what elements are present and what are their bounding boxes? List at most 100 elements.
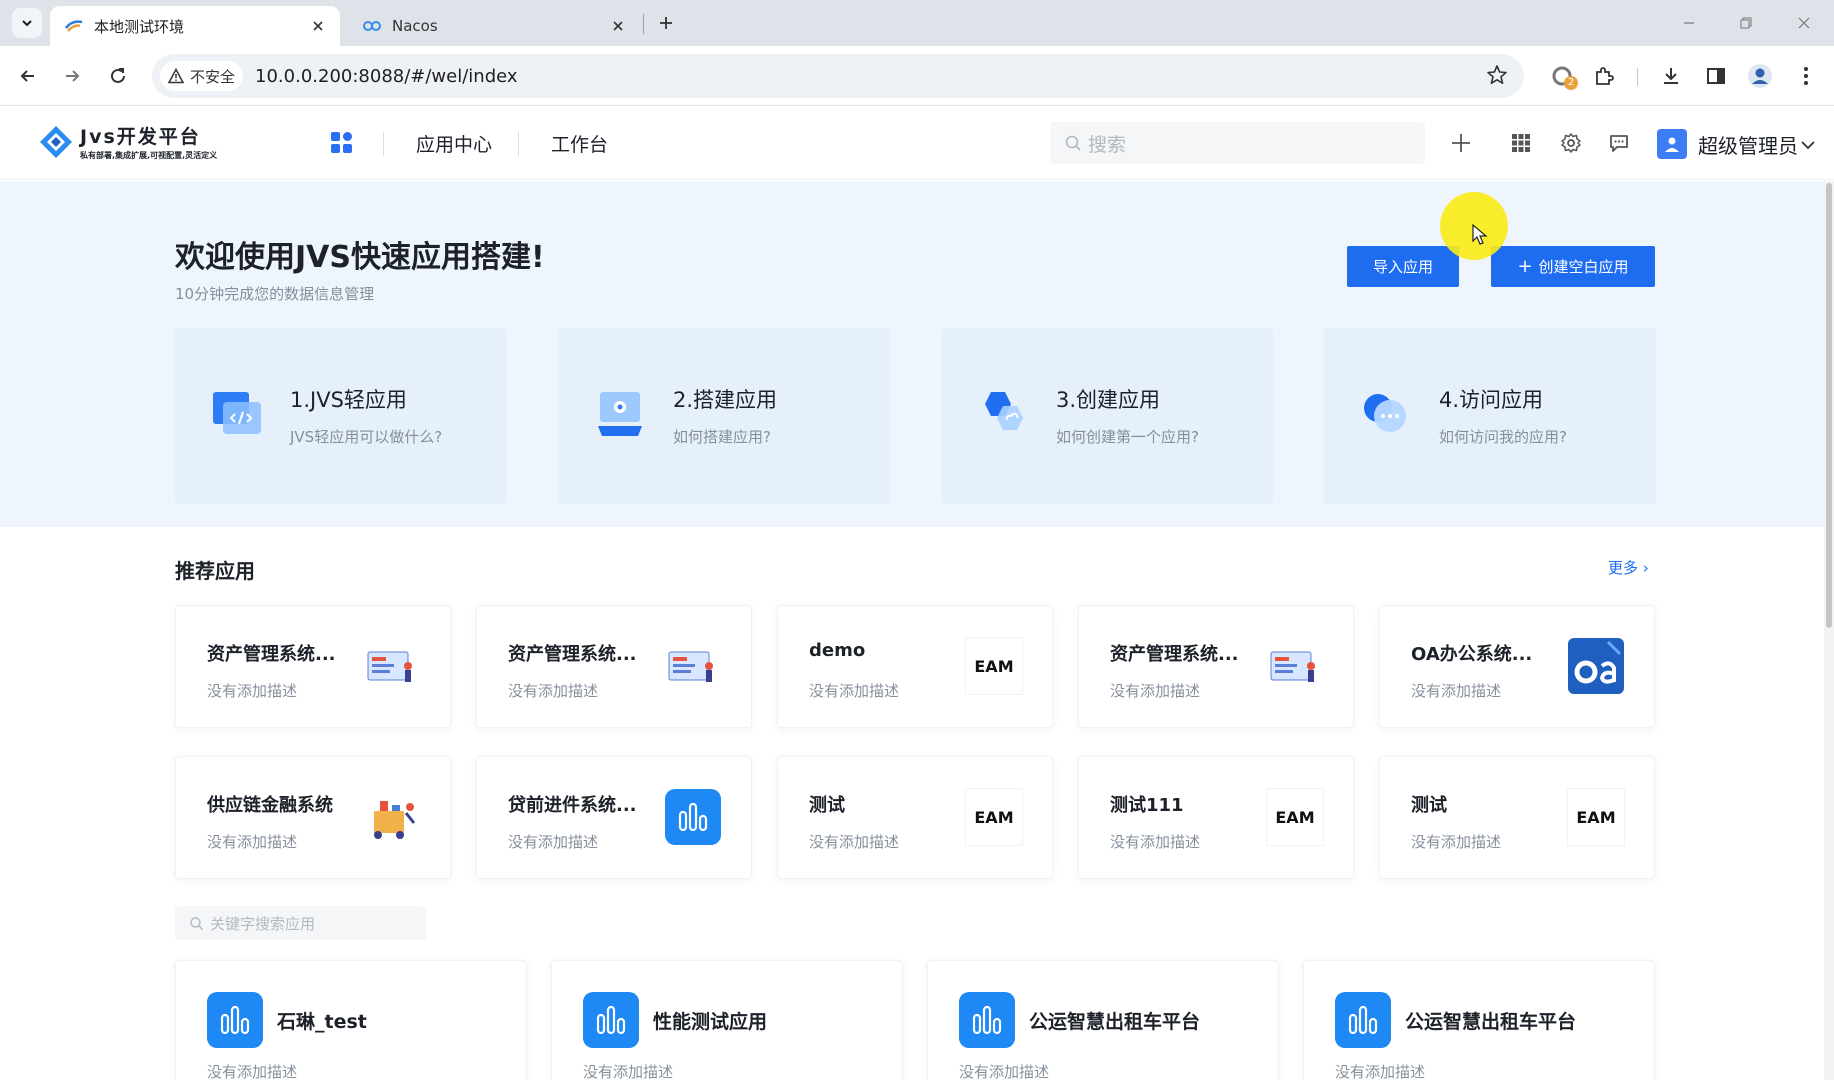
browser-toolbar: 不安全 10.0.0.200:8088/#/wel/index 2 <box>0 46 1834 106</box>
tab-nacos[interactable]: Nacos <box>350 6 640 46</box>
chevron-down-icon[interactable] <box>1800 136 1816 155</box>
app-desc: 没有添加描述 <box>207 682 298 700</box>
bookmark-star-icon[interactable] <box>1486 64 1508 90</box>
app-desc: 没有添加描述 <box>1335 1063 1426 1080</box>
add-button[interactable] <box>1448 130 1474 156</box>
jvs-logo[interactable]: Jvs开发平台 私有部署,集成扩展,可视配置,灵活定义 <box>38 122 217 161</box>
back-button[interactable] <box>12 60 44 92</box>
user-name[interactable]: 超级管理员 <box>1698 130 1798 159</box>
extension-badge-button[interactable]: 2 <box>1546 60 1578 92</box>
recommended-app-card[interactable]: 供应链金融系统 没有添加描述 <box>175 756 451 879</box>
guide-card-build-app[interactable]: 2.搭建应用 如何搭建应用? <box>558 328 890 504</box>
create-blank-app-button[interactable]: + 创建空白应用 <box>1491 246 1655 287</box>
settings-button[interactable] <box>1558 130 1584 156</box>
profile-button[interactable] <box>1744 60 1776 92</box>
recommended-title: 推荐应用 <box>175 559 255 583</box>
forward-button[interactable] <box>56 60 88 92</box>
search-placeholder: 关键字搜索应用 <box>210 914 316 933</box>
recommended-app-card[interactable]: 贷前进件系统... 没有添加描述 <box>476 756 752 879</box>
grid-dots-icon <box>1512 134 1530 152</box>
more-label: 更多 <box>1608 559 1639 577</box>
recommended-app-card[interactable]: demo 没有添加描述 EAM <box>777 605 1053 728</box>
bar-chart-icon <box>207 992 263 1048</box>
guide-card-create-app[interactable]: 3.创建应用 如何创建第一个应用? <box>941 328 1273 504</box>
gear-icon <box>1561 133 1581 153</box>
downloads-button[interactable] <box>1655 60 1687 92</box>
recommended-app-card[interactable]: 资产管理系统... 没有添加描述 <box>1078 605 1354 728</box>
guide-card-light-app[interactable]: 1.JVS轻应用 JVS轻应用可以做什么? <box>175 328 507 504</box>
restore-icon <box>1740 17 1752 29</box>
app-name: 石琳_test <box>277 1011 367 1033</box>
side-panel-button[interactable] <box>1700 60 1732 92</box>
app-name: 测试 <box>1411 795 1447 816</box>
app-name: 资产管理系统... <box>1110 644 1239 665</box>
close-tab-icon[interactable] <box>308 16 328 36</box>
asset-illustration-icon <box>1267 638 1323 694</box>
recommended-app-card[interactable]: OA办公系统... 没有添加描述 <box>1379 605 1655 728</box>
page-scrollbar-thumb[interactable] <box>1826 183 1832 628</box>
message-icon <box>1610 135 1628 152</box>
more-link[interactable]: 更多 › <box>1608 557 1649 578</box>
user-avatar[interactable] <box>1657 129 1687 159</box>
address-bar[interactable]: 不安全 10.0.0.200:8088/#/wel/index <box>152 54 1524 98</box>
user-icon <box>1665 137 1679 152</box>
logo-title: Jvs开发平台 <box>80 126 201 148</box>
app-keyword-search-input[interactable]: 关键字搜索应用 <box>175 906 426 940</box>
recommended-app-card[interactable]: 测试 没有添加描述 EAM <box>1379 756 1655 879</box>
app-desc: 没有添加描述 <box>959 1063 1050 1080</box>
nav-workbench[interactable]: 工作台 <box>551 130 608 157</box>
nacos-favicon-icon <box>363 21 381 31</box>
hexagon-link-icon <box>985 392 1023 430</box>
app-desc: 没有添加描述 <box>1110 833 1201 851</box>
header-search-input[interactable]: 搜索 <box>1050 122 1425 164</box>
my-app-card[interactable]: 性能测试应用 没有添加描述 <box>551 960 903 1080</box>
app-name: 性能测试应用 <box>653 1011 768 1033</box>
asset-illustration-icon <box>665 638 721 694</box>
arrow-right-icon <box>66 70 80 82</box>
search-icon <box>190 916 203 930</box>
welcome-subtitle: 10分钟完成您的数据信息管理 <box>175 285 375 303</box>
app-desc: 没有添加描述 <box>1411 682 1502 700</box>
my-app-card[interactable]: 公运智慧出租车平台 没有添加描述 <box>1303 960 1655 1080</box>
nav-app-center[interactable]: 应用中心 <box>416 130 492 157</box>
import-app-button[interactable]: 导入应用 <box>1347 246 1459 287</box>
app-header: Jvs开发平台 私有部署,集成扩展,可视配置,灵活定义 应用中心 工作台 搜索 <box>0 106 1834 180</box>
extension-badge-count: 2 <box>1564 76 1578 90</box>
guide-desc: 如何搭建应用? <box>673 428 771 446</box>
app-desc: 没有添加描述 <box>583 1063 674 1080</box>
bar-chart-icon <box>1335 992 1391 1048</box>
close-tab-icon[interactable] <box>608 16 628 36</box>
nav-divider <box>518 132 519 156</box>
tab-search-button[interactable] <box>12 8 42 38</box>
messages-button[interactable] <box>1606 130 1632 156</box>
guide-card-visit-app[interactable]: 4.访问应用 如何访问我的应用? <box>1324 328 1656 504</box>
recommended-app-card[interactable]: 测试111 没有添加描述 EAM <box>1078 756 1354 879</box>
close-icon <box>1798 17 1810 29</box>
url-text[interactable]: 10.0.0.200:8088/#/wel/index <box>255 66 518 87</box>
laptop-settings-icon <box>598 392 642 436</box>
new-tab-button[interactable] <box>652 9 680 37</box>
guide-title: 3.创建应用 <box>1056 388 1161 412</box>
my-app-card[interactable]: 石琳_test 没有添加描述 <box>175 960 527 1080</box>
app-desc: 没有添加描述 <box>809 682 900 700</box>
extensions-button[interactable] <box>1588 60 1620 92</box>
download-icon <box>1664 68 1678 84</box>
security-indicator[interactable]: 不安全 <box>160 61 244 91</box>
recommended-app-card[interactable]: 资产管理系统... 没有添加描述 <box>476 605 752 728</box>
tab-local-test[interactable]: 本地测试环境 <box>50 6 340 46</box>
apps-menu-button[interactable] <box>1508 130 1534 156</box>
arrow-left-icon <box>20 70 34 82</box>
minimize-window-button[interactable] <box>1674 10 1704 36</box>
my-app-card[interactable]: 公运智慧出租车平台 没有添加描述 <box>927 960 1279 1080</box>
code-window-icon <box>213 392 261 434</box>
restore-window-button[interactable] <box>1731 10 1761 36</box>
close-window-button[interactable] <box>1789 10 1819 36</box>
browser-menu-button[interactable] <box>1790 60 1822 92</box>
warning-triangle-icon <box>168 68 184 84</box>
reload-button[interactable] <box>102 60 134 92</box>
recommended-app-card[interactable]: 资产管理系统... 没有添加描述 <box>175 605 451 728</box>
recommended-app-card[interactable]: 测试 没有添加描述 EAM <box>777 756 1053 879</box>
eam-logo-icon: EAM <box>966 789 1022 845</box>
app-switcher-button[interactable] <box>330 131 354 159</box>
chevron-right-icon: › <box>1642 559 1649 577</box>
